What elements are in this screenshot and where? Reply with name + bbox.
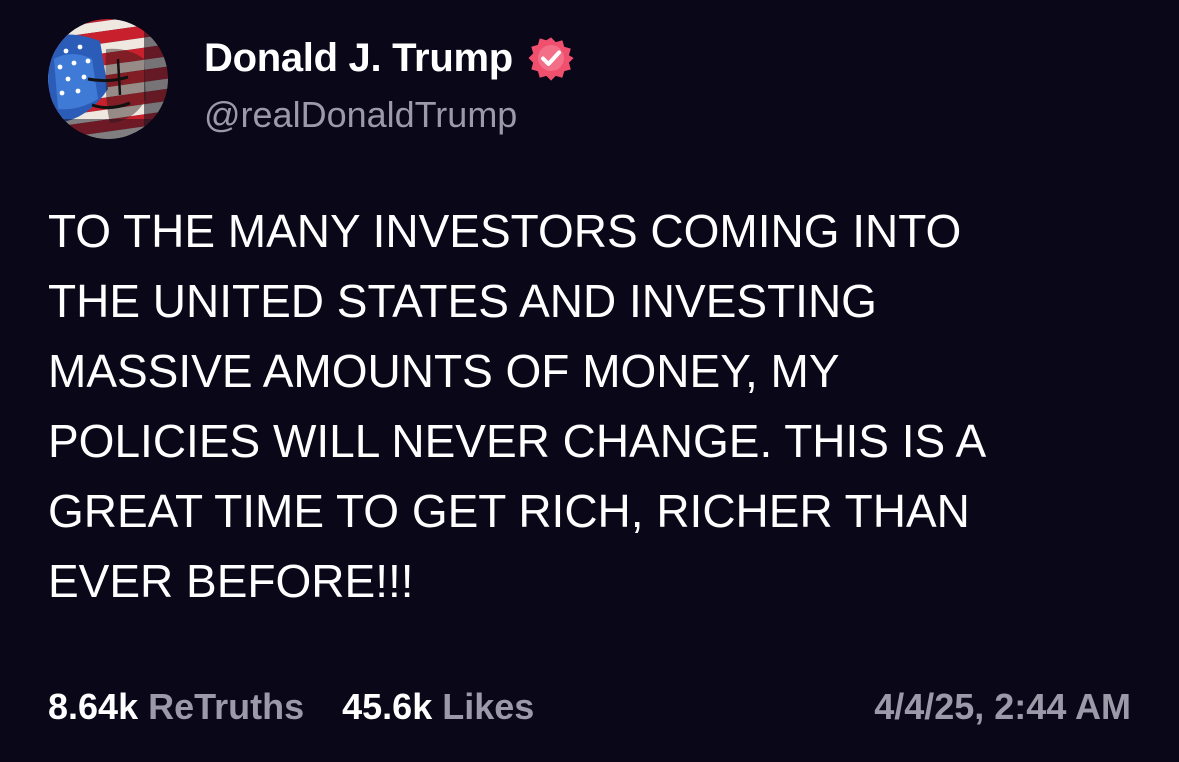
post-line: MASSIVE AMOUNTS OF MONEY, MY bbox=[48, 345, 840, 397]
post-line: GREAT TIME TO GET RICH, RICHER THAN bbox=[48, 485, 970, 537]
retruths-label: ReTruths bbox=[148, 686, 305, 727]
retruths-count: 8.64k bbox=[48, 686, 139, 727]
verified-badge-icon bbox=[527, 34, 575, 82]
flag-portrait-avatar bbox=[48, 19, 168, 139]
likes-label: Likes bbox=[442, 686, 535, 727]
post-footer: 8.64k ReTruths 45.6k Likes 4/4/25, 2:44 … bbox=[48, 680, 1131, 734]
author-name-row: Donald J. Trump bbox=[204, 30, 575, 86]
author-display-name[interactable]: Donald J. Trump bbox=[204, 36, 513, 81]
likes-count: 45.6k bbox=[342, 686, 433, 727]
retruths-stat[interactable]: 8.64k ReTruths bbox=[48, 686, 304, 728]
post-timestamp[interactable]: 4/4/25, 2:44 AM bbox=[874, 686, 1131, 728]
truth-post: Donald J. Trump @realDonaldTrump TO THE … bbox=[0, 0, 1179, 762]
post-line: TO THE MANY INVESTORS COMING INTO bbox=[48, 205, 962, 257]
avatar[interactable] bbox=[48, 19, 168, 139]
post-line: POLICIES WILL NEVER CHANGE. THIS IS A bbox=[48, 415, 987, 467]
author-handle[interactable]: @realDonaldTrump bbox=[204, 94, 517, 136]
post-line: EVER BEFORE!!! bbox=[48, 555, 414, 607]
post-line: THE UNITED STATES AND INVESTING bbox=[48, 275, 877, 327]
post-body: TO THE MANY INVESTORS COMING INTO THE UN… bbox=[48, 196, 1133, 616]
likes-stat[interactable]: 45.6k Likes bbox=[342, 686, 534, 728]
